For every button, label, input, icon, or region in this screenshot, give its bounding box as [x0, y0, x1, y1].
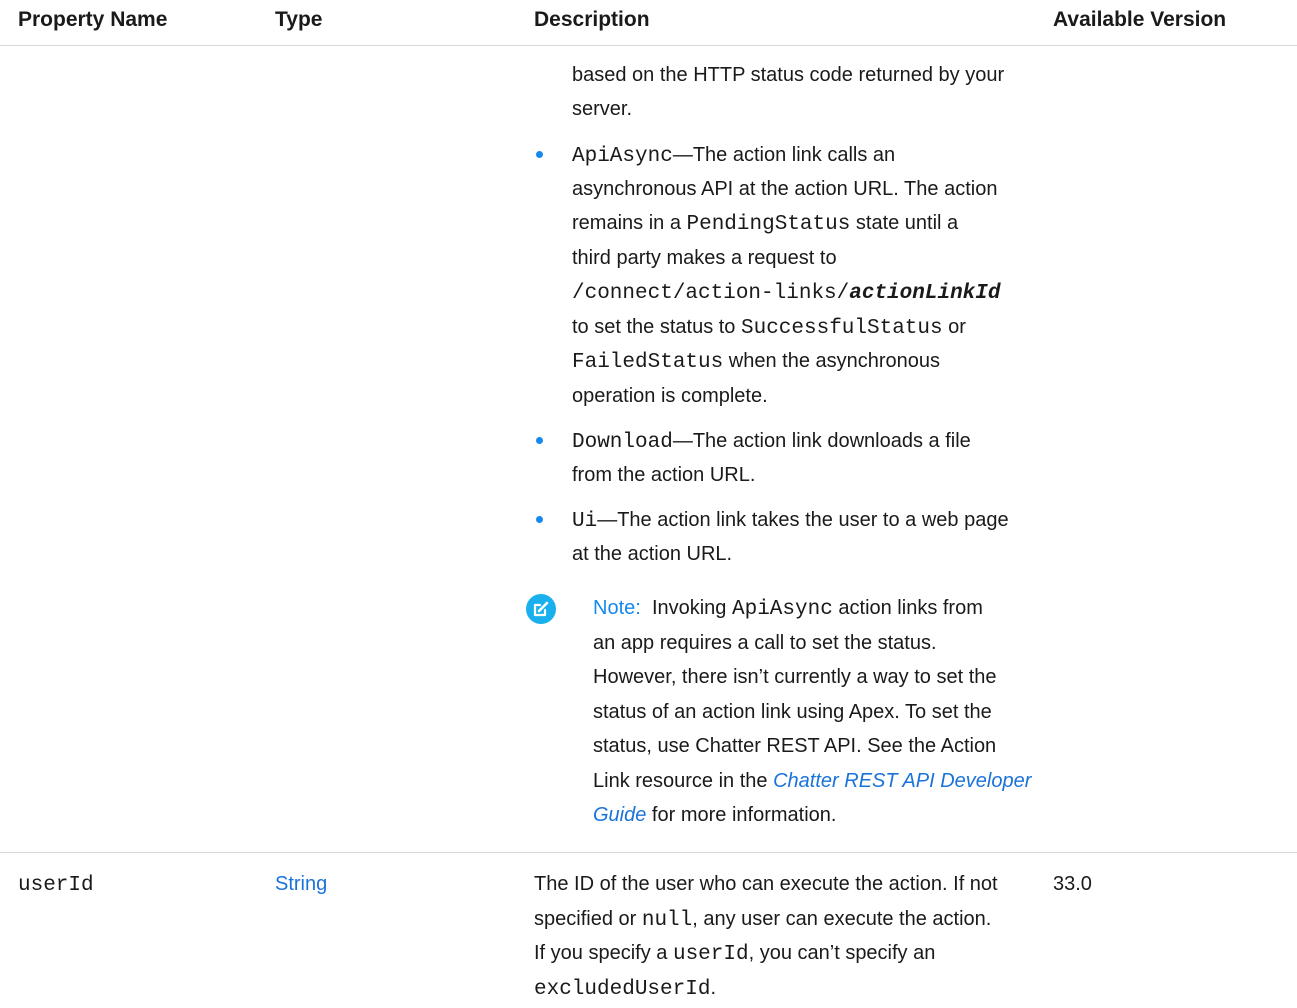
bullet-icon	[536, 516, 543, 523]
text: to set the status to	[572, 316, 741, 338]
description-line: /connect/action-links/actionLinkId	[572, 275, 1000, 312]
list-item-ui: Ui—The action link takes the user to a w…	[572, 503, 1009, 540]
description-line: to set the status to SuccessfulStatus or	[572, 310, 966, 347]
text: Link resource in the	[593, 770, 774, 792]
header-type: Type	[275, 8, 323, 31]
description-line: based on the HTTP status code returned b…	[572, 64, 1005, 86]
bullet-icon	[536, 151, 543, 158]
available-version: 33.0	[1053, 873, 1092, 895]
table-header: Property Name Type Description Available…	[0, 0, 1297, 46]
code-pendingstatus: PendingStatus	[686, 213, 851, 236]
list-item-apiasync: ApiAsync—The action link calls an	[572, 138, 895, 175]
description-line: FailedStatus when the asynchronous	[572, 344, 940, 381]
list-item-download: Download—The action link downloads a fil…	[572, 424, 971, 461]
code-download: Download	[572, 431, 673, 454]
code-successfulstatus: SuccessfulStatus	[740, 317, 943, 340]
code-variable: actionLinkId	[849, 282, 1001, 305]
header-property-name: Property Name	[18, 8, 168, 31]
property-name: userId	[18, 874, 94, 897]
description-line: at the action URL.	[572, 543, 733, 565]
code-failedstatus: FailedStatus	[572, 351, 724, 374]
row-divider	[0, 852, 1297, 853]
header-available-version: Available Version	[1053, 8, 1227, 31]
text: remains in a	[572, 212, 687, 234]
description-line: remains in a PendingStatus state until a	[572, 206, 958, 243]
description-line: If you specify a userId, you can’t speci…	[534, 936, 935, 973]
note-line: However, there isn’t currently a way to …	[593, 666, 997, 688]
text: specified or	[534, 908, 642, 930]
list-item-text: —The action link calls an	[672, 144, 896, 166]
text: , you can’t specify an	[748, 942, 936, 964]
doc-link-chatter-rest-api[interactable]: Chatter REST API Developer	[773, 770, 1031, 792]
code-apiasync: ApiAsync	[732, 598, 833, 621]
text: or	[942, 316, 966, 338]
code-apiasync: ApiAsync	[572, 145, 673, 168]
description-line: from the action URL.	[572, 464, 756, 486]
doc-link-guide[interactable]: Guide	[593, 804, 646, 826]
text: , any user can execute the action.	[692, 908, 992, 930]
text: .	[710, 977, 716, 999]
property-name-cell: userId	[18, 867, 94, 904]
description-line: The ID of the user who can execute the a…	[534, 873, 998, 895]
note-line: Guide for more information.	[593, 798, 836, 833]
note-line: status of an action link using Apex. To …	[593, 701, 992, 723]
edit-note-icon	[526, 594, 556, 624]
description-line: asynchronous API at the action URL. The …	[572, 178, 998, 200]
text: If you specify a	[534, 942, 673, 964]
bullet-icon	[536, 437, 543, 444]
note-line: status, use Chatter REST API. See the Ac…	[593, 735, 997, 757]
description-line: server.	[572, 98, 633, 120]
text: action links from	[832, 597, 983, 619]
text: for more information.	[646, 804, 837, 826]
code-userid: userId	[672, 943, 749, 966]
code-null: null	[641, 909, 693, 932]
note-line: an app requires a call to set the status…	[593, 632, 937, 654]
type-link-string[interactable]: String	[275, 867, 327, 902]
header-description: Description	[534, 8, 650, 31]
note-line: Link resource in the Chatter REST API De…	[593, 764, 1031, 799]
text: state until a	[850, 212, 959, 234]
description-line: third party makes a request to	[572, 247, 837, 269]
code-excludeduserid: excludedUserId	[534, 978, 711, 1001]
list-item-text: —The action link downloads a file	[672, 430, 971, 452]
note-line: Note: Invoking ApiAsync action links fro…	[593, 591, 983, 628]
code-endpoint: /connect/action-links/	[572, 282, 850, 305]
text: Invoking	[651, 597, 732, 619]
list-item-text: —The action link takes the user to a web…	[597, 509, 1009, 531]
description-line: operation is complete.	[572, 385, 768, 407]
description-line: specified or null, any user can execute …	[534, 902, 991, 939]
description-line: excludedUserId.	[534, 971, 716, 1008]
code-ui: Ui	[572, 510, 598, 533]
text: when the asynchronous	[723, 350, 941, 372]
note-label: Note:	[593, 597, 641, 619]
